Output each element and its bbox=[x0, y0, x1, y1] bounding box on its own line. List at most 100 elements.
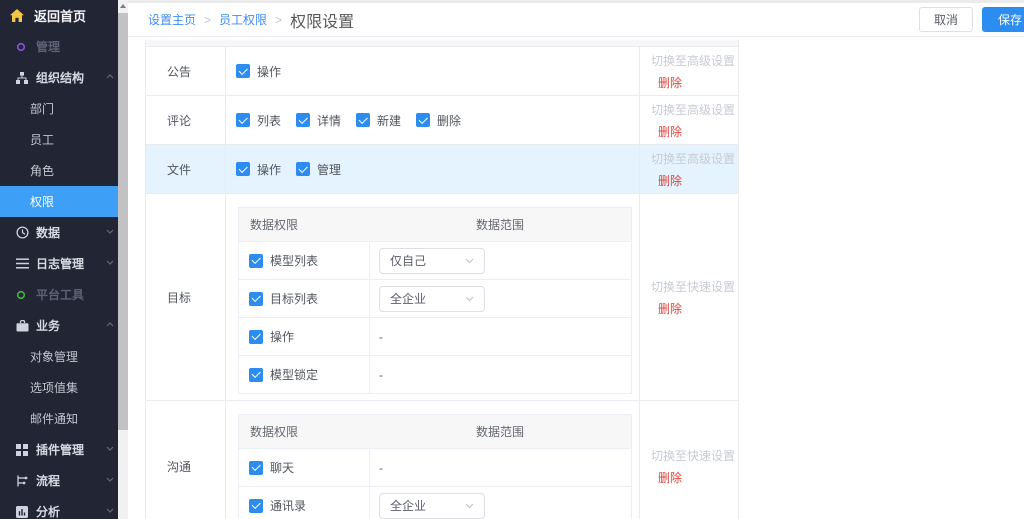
checkbox-checked[interactable] bbox=[236, 113, 250, 127]
sidebar-item-employee[interactable]: 员工 bbox=[0, 124, 118, 155]
checkbox-checked[interactable] bbox=[249, 254, 263, 268]
row-category: 目标 bbox=[146, 194, 226, 400]
chevron-down-icon bbox=[106, 477, 114, 482]
vertical-scrollbar[interactable] bbox=[118, 0, 128, 519]
checkbox-checked[interactable] bbox=[416, 113, 430, 127]
data-permission-row: 模型锁定- bbox=[239, 355, 631, 393]
data-permission-checkbox-label: 操作 bbox=[270, 328, 294, 345]
breadcrumb-separator: > bbox=[204, 13, 211, 27]
data-scope-select[interactable]: 全企业 bbox=[379, 493, 485, 519]
cancel-button[interactable]: 取消 bbox=[919, 7, 973, 32]
switch-mode-link[interactable]: 切换至快速设置 bbox=[651, 447, 739, 464]
row-category: 文件 bbox=[146, 145, 226, 193]
row-category: 沟通 bbox=[146, 401, 226, 519]
permission-checkbox-label: 详情 bbox=[317, 112, 341, 129]
chevron-down-icon bbox=[106, 229, 114, 234]
sidebar-item-label: 角色 bbox=[30, 162, 54, 179]
table-row-announcement: 公告 操作 切换至高级设置删除 bbox=[146, 46, 738, 95]
checkbox-checked[interactable] bbox=[249, 330, 263, 344]
data-permission-checkbox-label: 目标列表 bbox=[270, 290, 318, 307]
data-permission-row: 模型列表 仅自己 bbox=[239, 241, 631, 279]
table-row-communication: 沟通数据权限数据范围聊天-通讯录全企业切换至快速设置删除 bbox=[146, 400, 738, 519]
sidebar-item-org-structure[interactable]: 组织结构 bbox=[0, 62, 118, 93]
grid-icon bbox=[16, 444, 31, 456]
breadcrumb-employee-permission[interactable]: 员工权限 bbox=[219, 11, 267, 28]
delete-link[interactable]: 删除 bbox=[651, 74, 739, 91]
sidebar-item-permission[interactable]: 权限 bbox=[0, 186, 118, 217]
save-button[interactable]: 保存 bbox=[982, 7, 1024, 32]
data-permission-row: 通讯录 全企业 bbox=[239, 486, 631, 519]
data-scope-select[interactable]: 全企业 bbox=[379, 286, 485, 312]
sitemap-icon bbox=[16, 72, 31, 84]
delete-link[interactable]: 删除 bbox=[651, 172, 739, 189]
sidebar-item-option-value-set[interactable]: 选项值集 bbox=[0, 372, 118, 403]
briefcase-icon bbox=[16, 320, 31, 332]
switch-mode-link[interactable]: 切换至快速设置 bbox=[651, 278, 739, 295]
checkbox-checked[interactable] bbox=[236, 64, 250, 78]
data-permission-cell: 模型列表 bbox=[239, 242, 369, 279]
permission-checkbox-label: 操作 bbox=[257, 63, 281, 80]
data-scope-cell: 仅自己 bbox=[369, 242, 631, 279]
sidebar-item-process[interactable]: 流程 bbox=[0, 465, 118, 496]
sidebar-item-role[interactable]: 角色 bbox=[0, 155, 118, 186]
switch-mode-link[interactable]: 切换至高级设置 bbox=[651, 52, 739, 69]
delete-link[interactable]: 删除 bbox=[651, 123, 739, 140]
data-permission-table-header: 数据权限数据范围 bbox=[239, 415, 631, 448]
checkbox-checked[interactable] bbox=[249, 461, 263, 475]
row-category-label: 评论 bbox=[167, 112, 191, 129]
checkbox-checked[interactable] bbox=[249, 368, 263, 382]
sidebar-item-label: 数据 bbox=[36, 224, 60, 241]
sidebar-item-label: 选项值集 bbox=[30, 379, 78, 396]
data-scope-select-value: 全企业 bbox=[390, 497, 426, 514]
sidebar-item-email-notification[interactable]: 邮件通知 bbox=[0, 403, 118, 434]
scroll-up-arrow-icon[interactable] bbox=[118, 0, 128, 12]
sidebar-item-back-home[interactable]: 返回首页 bbox=[0, 0, 118, 31]
ring-green-icon bbox=[16, 290, 31, 300]
sidebar-item-management[interactable]: 管理 bbox=[0, 31, 118, 62]
data-scope-cell: - bbox=[369, 318, 631, 355]
data-scope-select-value: 仅自己 bbox=[390, 252, 426, 269]
column-header-data-scope: 数据范围 bbox=[369, 415, 631, 448]
clock-icon bbox=[16, 226, 31, 239]
sidebar-item-object-management[interactable]: 对象管理 bbox=[0, 341, 118, 372]
checkbox-checked[interactable] bbox=[236, 162, 250, 176]
permission-checkbox-label: 操作 bbox=[257, 161, 281, 178]
scrollbar-thumb[interactable] bbox=[118, 13, 128, 430]
chevron-down-icon bbox=[106, 508, 114, 513]
delete-link[interactable]: 删除 bbox=[651, 300, 739, 317]
chevron-up-icon bbox=[106, 74, 114, 79]
data-scope-select[interactable]: 仅自己 bbox=[379, 248, 485, 274]
sidebar-item-plugin-management[interactable]: 插件管理 bbox=[0, 434, 118, 465]
checkbox-checked[interactable] bbox=[296, 162, 310, 176]
breadcrumb-settings-home[interactable]: 设置主页 bbox=[148, 11, 196, 28]
sidebar-item-data[interactable]: 数据 bbox=[0, 217, 118, 248]
checkbox-group: 操作 bbox=[249, 328, 294, 345]
checkbox-group: 目标列表 bbox=[249, 290, 318, 307]
row-category: 公告 bbox=[146, 47, 226, 95]
checkbox-group: 操作 bbox=[236, 63, 281, 80]
checkbox-checked[interactable] bbox=[296, 113, 310, 127]
data-scope-cell: - bbox=[369, 449, 631, 486]
switch-mode-link[interactable]: 切换至高级设置 bbox=[651, 101, 739, 118]
main-area: 设置主页 > 员工权限 > 权限设置 取消 保存 公告操作切换至高级设置删除评论… bbox=[128, 0, 1024, 519]
checkbox-group: 列表 bbox=[236, 112, 281, 129]
row-data-permissions: 数据权限数据范围模型列表仅自己目标列表全企业操作-模型锁定- bbox=[226, 194, 639, 400]
switch-mode-link[interactable]: 切换至高级设置 bbox=[651, 150, 739, 167]
delete-link[interactable]: 删除 bbox=[651, 469, 739, 486]
chart-icon bbox=[16, 506, 31, 518]
data-scope-select-value: 全企业 bbox=[390, 290, 426, 307]
data-permission-table: 数据权限数据范围模型列表仅自己目标列表全企业操作-模型锁定- bbox=[238, 207, 632, 394]
data-permission-cell: 通讯录 bbox=[239, 487, 369, 519]
checkbox-checked[interactable] bbox=[249, 292, 263, 306]
sidebar-item-department[interactable]: 部门 bbox=[0, 93, 118, 124]
checkbox-checked[interactable] bbox=[356, 113, 370, 127]
sidebar-item-log-management[interactable]: 日志管理 bbox=[0, 248, 118, 279]
table-row-goal: 目标数据权限数据范围模型列表仅自己目标列表全企业操作-模型锁定-切换至快速设置删… bbox=[146, 193, 738, 400]
sidebar-menu: 管理组织结构部门员工角色权限数据日志管理平台工具业务对象管理选项值集邮件通知插件… bbox=[0, 31, 118, 519]
sidebar-item-platform-tools[interactable]: 平台工具 bbox=[0, 279, 118, 310]
checkbox-group: 操作 bbox=[236, 161, 281, 178]
checkbox-checked[interactable] bbox=[249, 499, 263, 513]
sidebar-item-business[interactable]: 业务 bbox=[0, 310, 118, 341]
sidebar-item-analysis[interactable]: 分析 bbox=[0, 496, 118, 519]
column-header-data-scope: 数据范围 bbox=[369, 208, 631, 241]
